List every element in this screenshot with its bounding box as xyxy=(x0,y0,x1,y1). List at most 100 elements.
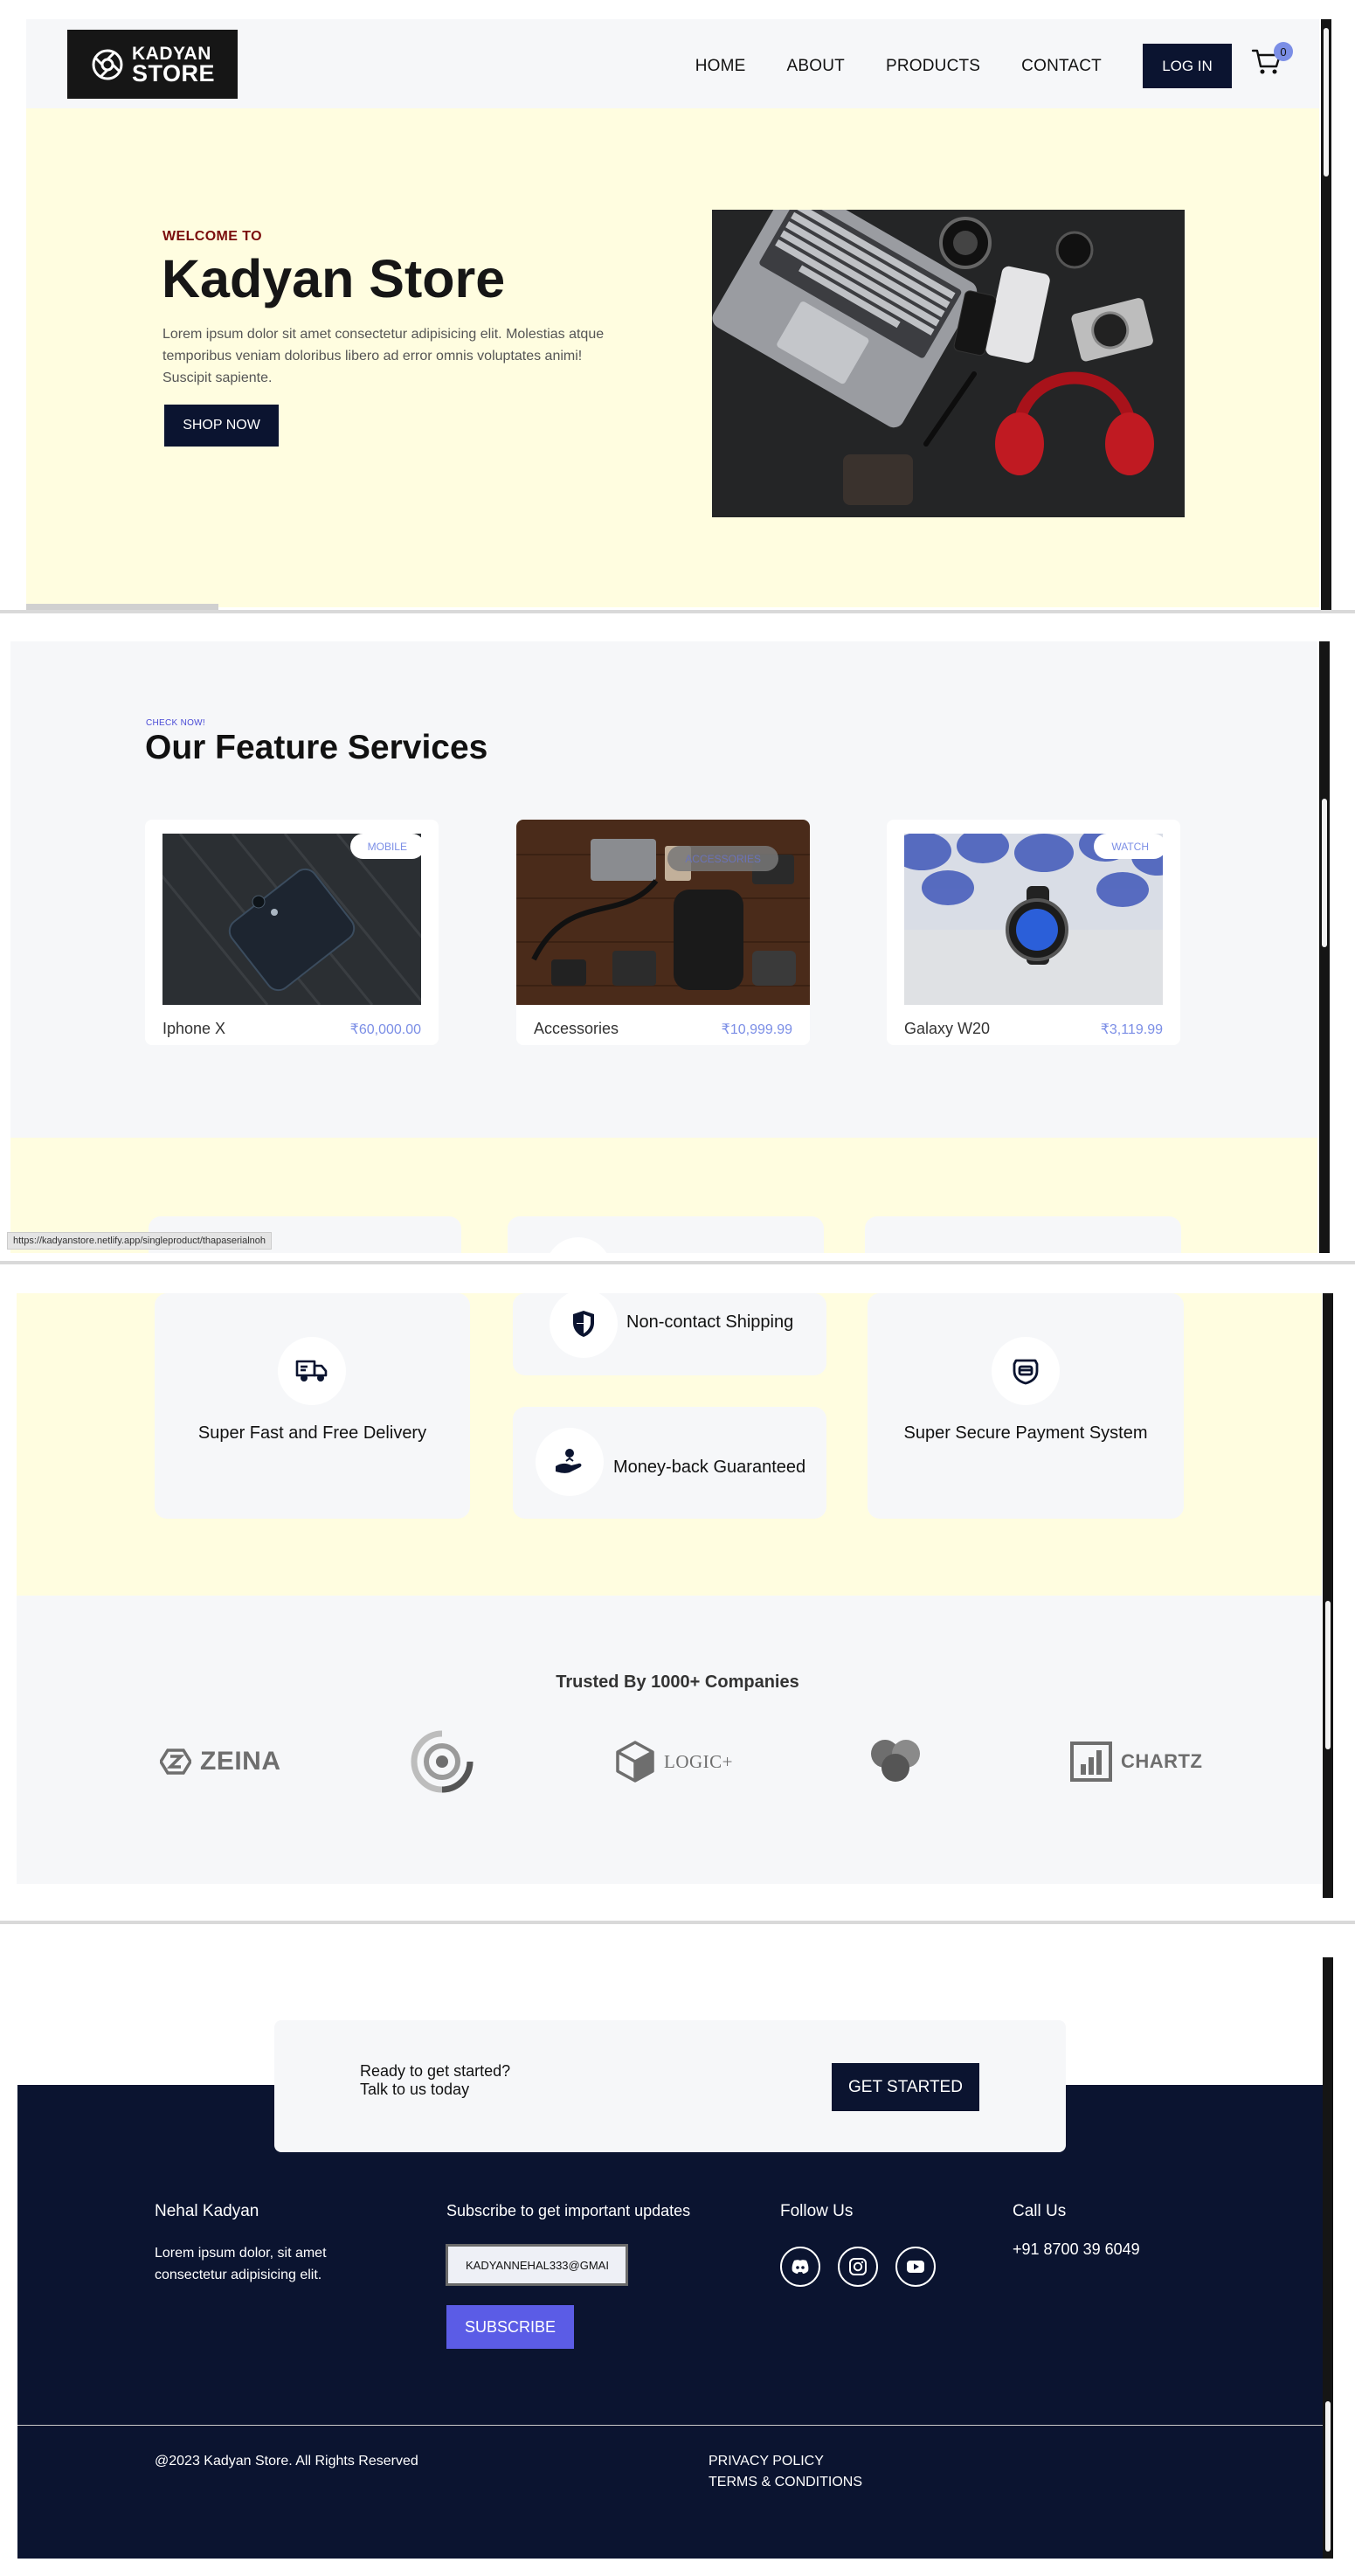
category-badge: ACCESSORIES xyxy=(667,846,778,871)
screenshot-separator xyxy=(0,1921,1355,1924)
footer-divider xyxy=(17,2425,1323,2426)
feature-icon-circle xyxy=(992,1337,1060,1405)
cta-line-2: Talk to us today xyxy=(360,2081,470,2098)
screenshot-footer: Ready to get started? Talk to us today G… xyxy=(0,1945,1355,2576)
main-nav: HOME ABOUT PRODUCTS CONTACT LOG IN xyxy=(654,44,1232,88)
product-price: ₹10,999.99 xyxy=(721,1022,792,1037)
footer-copyright: @2023 Kadyan Store. All Rights Reserved xyxy=(155,2454,418,2469)
feature-card-peek xyxy=(865,1216,1181,1253)
instagram-icon xyxy=(849,2258,867,2275)
category-badge: MOBILE xyxy=(349,834,425,859)
footer-call-title: Call Us xyxy=(1013,2202,1067,2220)
feature-shipping-text: Non-contact Shipping xyxy=(626,1312,794,1332)
brand-name-zeina: ZEINA xyxy=(200,1747,281,1776)
subscribe-email-input[interactable] xyxy=(446,2244,628,2286)
feature-card-payment: Super Secure Payment System xyxy=(868,1293,1184,1519)
feature-card-moneyback: Money-back Guaranteed xyxy=(513,1407,826,1519)
youtube-button[interactable] xyxy=(895,2247,936,2287)
scrollbar-thumb[interactable] xyxy=(1322,799,1327,947)
logo-line-2: STORE xyxy=(131,59,216,87)
cart-count-badge: 0 xyxy=(1274,42,1293,61)
hero-description: Lorem ipsum dolor sit amet consectetur a… xyxy=(162,327,605,385)
category-badge: WATCH xyxy=(1094,834,1166,859)
brand-logo-chartz: CHARTZ xyxy=(1070,1730,1202,1793)
feature-moneyback-text: Money-back Guaranteed xyxy=(613,1458,806,1477)
footer-phone[interactable]: +91 8700 39 6049 xyxy=(1013,2240,1140,2259)
heart-logo-icon xyxy=(871,1740,920,1782)
subscribe-button[interactable]: SUBSCRIBE xyxy=(446,2305,574,2349)
brand-name-chartz: CHARTZ xyxy=(1121,1750,1203,1772)
store-logo[interactable]: KADYAN STORE xyxy=(67,30,238,99)
product-card-accessories[interactable]: ACCESSORIES Accessories ₹10,999.99 xyxy=(516,820,810,1045)
get-started-banner: Ready to get started? Talk to us today G… xyxy=(274,2020,1066,2152)
vertical-scrollbar[interactable] xyxy=(1321,19,1331,612)
vertical-scrollbar[interactable] xyxy=(1323,1293,1333,1898)
feature-icon-circle xyxy=(550,1293,618,1358)
screenshot-features-trusted: Super Fast and Free Delivery Non-contact… xyxy=(0,1293,1355,1905)
vertical-scrollbar[interactable] xyxy=(1319,641,1330,1253)
hero-image xyxy=(712,210,1185,517)
get-started-button[interactable]: GET STARTED xyxy=(832,2063,979,2111)
screenshot-separator xyxy=(0,1261,1355,1264)
terms-link[interactable]: TERMS & CONDITIONS xyxy=(709,2475,862,2490)
product-name: Iphone X xyxy=(162,1020,226,1037)
hero-section: WELCOME TO Kadyan Store Lorem ipsum dolo… xyxy=(26,108,1319,607)
discord-icon xyxy=(792,2260,809,2274)
brand-logo-zeina: ZEINA xyxy=(160,1730,281,1793)
product-image-watch xyxy=(904,834,1163,1005)
services-eyebrow: CHECK NOW! xyxy=(146,718,205,728)
feature-icon-circle xyxy=(278,1337,346,1405)
shield-icon xyxy=(573,1311,594,1337)
scrollbar-thumb[interactable] xyxy=(1325,2401,1331,2552)
secure-payment-icon xyxy=(1013,1359,1039,1385)
screenshot-separator xyxy=(0,610,1355,613)
vertical-scrollbar[interactable] xyxy=(1323,1957,1333,2559)
nav-products[interactable]: PRODUCTS xyxy=(886,57,980,76)
logo-text: KADYAN STORE xyxy=(131,45,216,87)
brand-name-logic: LOGIC+ xyxy=(664,1750,734,1772)
nav-about[interactable]: ABOUT xyxy=(787,57,845,76)
cart-button[interactable]: 0 xyxy=(1251,42,1293,80)
screenshot-header-hero: KADYAN STORE HOME ABOUT PRODUCTS CONTACT… xyxy=(0,0,1355,612)
link-status-url: https://kadyanstore.netlify.app/singlepr… xyxy=(7,1232,273,1250)
money-hand-icon xyxy=(556,1449,582,1473)
footer-about-text: Lorem ipsum dolor, sit amet consectetur … xyxy=(155,2246,327,2282)
hero-welcome: WELCOME TO xyxy=(162,229,262,244)
cube-logo-icon xyxy=(616,1741,654,1783)
feature-card-delivery: Super Fast and Free Delivery xyxy=(155,1293,470,1519)
chartz-logo-icon xyxy=(1070,1742,1112,1782)
instagram-button[interactable] xyxy=(838,2247,878,2287)
scrollbar-thumb[interactable] xyxy=(1324,28,1329,177)
product-name: Galaxy W20 xyxy=(904,1020,991,1037)
nav-home[interactable]: HOME xyxy=(695,57,746,76)
product-card-galaxy-watch[interactable]: WATCH Galaxy W20 ₹3,119.99 xyxy=(887,820,1180,1045)
brand-logo-ring xyxy=(411,1730,474,1793)
site-header: KADYAN STORE HOME ABOUT PRODUCTS CONTACT… xyxy=(26,19,1319,108)
ring-logo-icon xyxy=(411,1730,474,1793)
brand-logo-logic: LOGIC+ xyxy=(615,1730,733,1793)
shop-now-button[interactable]: SHOP NOW xyxy=(164,405,279,447)
trusted-title: Trusted By 1000+ Companies xyxy=(556,1672,799,1692)
zeina-logo-icon xyxy=(160,1748,191,1775)
brand-logo-heart xyxy=(868,1730,923,1793)
feature-delivery-text: Super Fast and Free Delivery xyxy=(197,1423,427,1443)
scrollbar-thumb[interactable] xyxy=(1325,1601,1331,1749)
nav-contact[interactable]: CONTACT xyxy=(1021,57,1102,76)
feature-card-shipping: Non-contact Shipping xyxy=(513,1293,826,1375)
footer-about-title: Nehal Kadyan xyxy=(155,2202,259,2220)
services-title: Our Feature Services xyxy=(145,729,488,766)
login-button[interactable]: LOG IN xyxy=(1143,44,1232,88)
screenshot-services: CHECK NOW! Our Feature Services MOBILE I… xyxy=(0,641,1355,1253)
cta-line-1: Ready to get started? xyxy=(360,2062,511,2080)
privacy-policy-link[interactable]: PRIVACY POLICY xyxy=(709,2454,824,2469)
product-name: Accessories xyxy=(534,1020,619,1037)
feature-icon-circle xyxy=(536,1428,604,1496)
product-card-iphone[interactable]: MOBILE Iphone X ₹60,000.00 xyxy=(145,820,439,1045)
product-image-iphone xyxy=(162,834,421,1005)
discord-button[interactable] xyxy=(780,2247,820,2287)
site-footer xyxy=(17,2085,1323,2559)
product-price: ₹60,000.00 xyxy=(349,1022,421,1037)
product-price: ₹3,119.99 xyxy=(1100,1022,1163,1037)
logo-mark-icon xyxy=(92,49,123,80)
youtube-icon xyxy=(907,2261,924,2273)
